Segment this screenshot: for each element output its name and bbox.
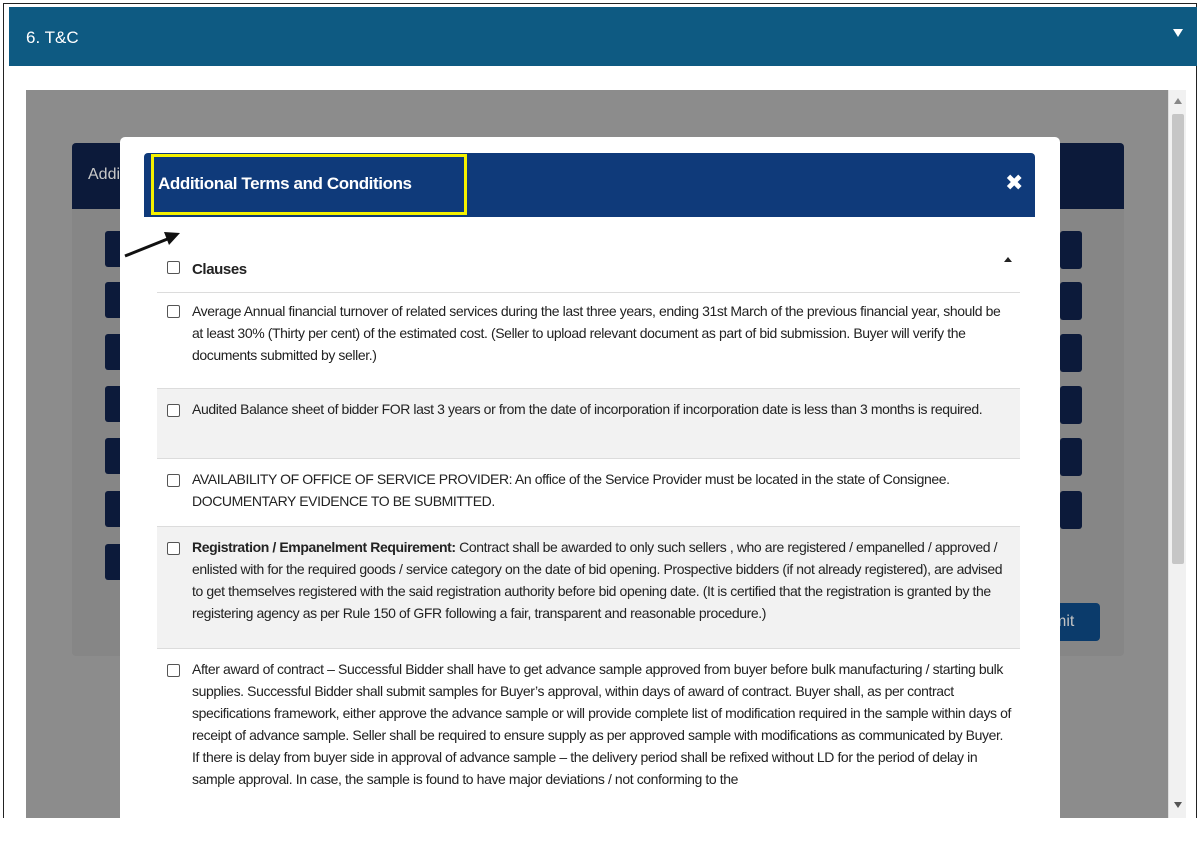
section-header-tc[interactable]: 6. T&C xyxy=(9,7,1197,66)
table-row[interactable]: After award of contract – Successful Bid… xyxy=(157,649,1020,829)
clause-text: Average Annual financial turnover of rel… xyxy=(192,303,1001,363)
table-header: Clauses xyxy=(157,247,1020,293)
clause-text: AVAILABILITY OF OFFICE OF SERVICE PROVID… xyxy=(192,471,950,509)
clause-checkbox[interactable] xyxy=(167,542,180,555)
scroll-up-icon[interactable] xyxy=(1174,98,1182,104)
page-bottom xyxy=(0,818,1200,845)
background-button xyxy=(1060,282,1082,320)
background-submit-button: mit xyxy=(1053,603,1100,641)
clause-text: Audited Balance sheet of bidder FOR last… xyxy=(192,401,983,417)
section-title: 6. T&C xyxy=(26,28,79,47)
clause-checkbox[interactable] xyxy=(167,664,180,677)
close-icon[interactable]: ✖ xyxy=(1005,172,1023,194)
background-button xyxy=(1060,491,1082,529)
table-row[interactable]: Average Annual financial turnover of rel… xyxy=(157,293,1020,389)
table-row[interactable]: Registration / Empanelment Requirement: … xyxy=(157,527,1020,649)
modal-title: Additional Terms and Conditions xyxy=(158,174,412,193)
background-panel-title: Addi xyxy=(88,166,121,183)
background-button xyxy=(1060,438,1082,476)
modal-header: Additional Terms and Conditions ✖ xyxy=(144,153,1035,217)
clause-bold-label: Registration / Empanelment Requirement: xyxy=(192,539,456,555)
select-all-checkbox[interactable] xyxy=(167,261,180,274)
clause-checkbox[interactable] xyxy=(167,474,180,487)
page-scrollbar[interactable] xyxy=(1168,90,1186,818)
clause-text: After award of contract – Successful Bid… xyxy=(192,661,1012,787)
table-row[interactable]: Audited Balance sheet of bidder FOR last… xyxy=(157,389,1020,459)
table-row[interactable]: AVAILABILITY OF OFFICE OF SERVICE PROVID… xyxy=(157,459,1020,527)
clause-checkbox[interactable] xyxy=(167,404,180,417)
clause-checkbox[interactable] xyxy=(167,305,180,318)
background-button xyxy=(1060,334,1082,372)
clauses-header: Clauses xyxy=(192,261,247,278)
scrollbar-thumb[interactable] xyxy=(1172,114,1184,564)
background-button xyxy=(1060,231,1082,269)
scroll-down-icon[interactable] xyxy=(1174,802,1182,808)
caret-down-icon[interactable] xyxy=(1173,29,1183,37)
sort-caret-icon[interactable] xyxy=(1004,257,1012,262)
background-button xyxy=(1060,386,1082,424)
clause-text: Registration / Empanelment Requirement: … xyxy=(192,536,1012,624)
